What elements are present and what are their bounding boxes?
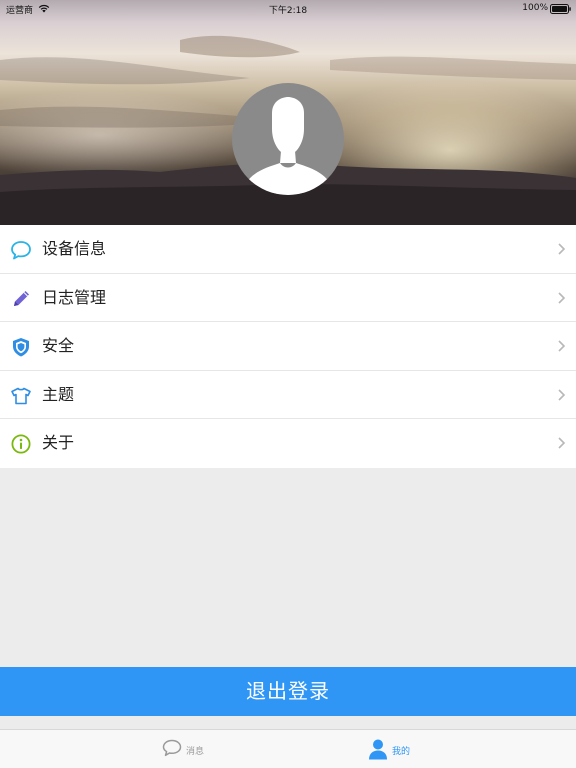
chat-bubble-icon — [162, 739, 182, 757]
logout-button[interactable]: 退出登录 — [0, 667, 576, 716]
menu-item-security[interactable]: 安全 — [0, 322, 576, 371]
menu-item-label: 安全 — [42, 336, 75, 355]
profile-header: 运营商 下午2:18 100% — [0, 0, 576, 225]
chevron-right-icon — [558, 437, 566, 449]
info-icon — [11, 434, 31, 454]
menu-item-label: 日志管理 — [42, 287, 107, 307]
avatar[interactable] — [232, 83, 344, 195]
menu-item-theme[interactable]: 主题 — [0, 370, 576, 419]
user-icon — [369, 739, 387, 760]
chevron-right-icon — [558, 340, 566, 352]
default-user-avatar-icon — [246, 97, 330, 195]
status-bar: 运营商 下午2:18 100% — [0, 0, 576, 18]
app-screen: 运营商 下午2:18 100% 设备信息 日志管理 安全 主题 关于 退出登录 … — [0, 0, 576, 768]
battery-percent: 100% — [522, 3, 548, 13]
menu-item-label: 设备信息 — [42, 239, 107, 258]
menu-item-label: 关于 — [42, 433, 75, 452]
tshirt-icon — [11, 387, 31, 404]
menu-item-label: 主题 — [42, 384, 75, 404]
tab-mine[interactable]: 我的 — [366, 730, 426, 768]
settings-menu: 设备信息 日志管理 安全 主题 关于 — [0, 225, 576, 468]
battery-icon — [550, 4, 571, 14]
tab-label: 消息 — [186, 747, 205, 757]
tab-messages[interactable]: 消息 — [160, 730, 220, 768]
chevron-right-icon — [558, 243, 566, 255]
menu-item-device-info[interactable]: 设备信息 — [0, 225, 576, 274]
chevron-right-icon — [558, 388, 566, 401]
chevron-right-icon — [558, 291, 566, 304]
menu-item-about[interactable]: 关于 — [0, 419, 576, 468]
pencil-icon — [14, 290, 29, 306]
clock: 下午2:18 — [268, 6, 308, 16]
chat-bubble-icon — [11, 241, 31, 260]
menu-item-log-management[interactable]: 日志管理 — [0, 273, 576, 322]
shield-icon — [13, 338, 29, 357]
tab-label: 我的 — [392, 747, 411, 757]
tab-bar: 消息 我的 — [0, 729, 576, 768]
